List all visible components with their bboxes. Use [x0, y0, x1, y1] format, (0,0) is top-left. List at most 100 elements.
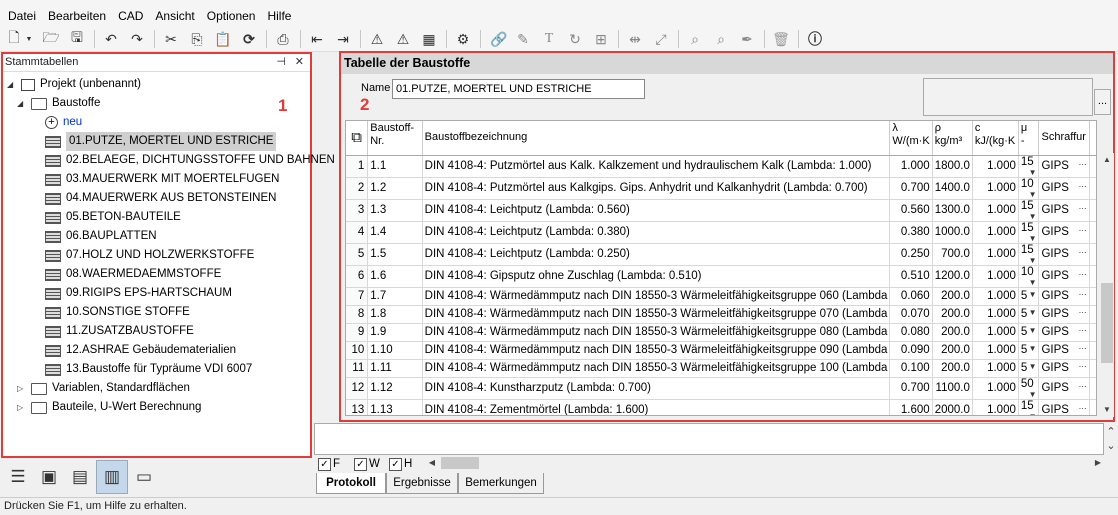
- row-number[interactable]: 5: [346, 243, 369, 266]
- checkbox-w[interactable]: ✓ W: [354, 457, 380, 471]
- table-row[interactable]: 9 1.9 DIN 4108-4: Wärmedämmputz nach DIN 1…: [346, 323, 1096, 342]
- cell-nr[interactable]: 1.13: [367, 399, 423, 415]
- cell-schraffur[interactable]: GIPS ⋯: [1038, 359, 1090, 378]
- expand-icon[interactable]: ▷: [17, 379, 27, 398]
- menu-ansicht[interactable]: Ansicht: [149, 2, 200, 24]
- cell-c[interactable]: 1.000: [972, 265, 1019, 288]
- calculator-icon[interactable]: ▦: [418, 28, 440, 50]
- cell-mu[interactable]: 15 ▼: [1018, 399, 1040, 416]
- table-row[interactable]: 4 1.4 DIN 4108-4: Leichtputz (Lambda: 0.38…: [346, 221, 1096, 244]
- more-icon[interactable]: ⋯: [1079, 204, 1087, 213]
- cell-nr[interactable]: 1.3: [367, 199, 423, 222]
- cell-lambda[interactable]: 0.100: [889, 359, 933, 378]
- list-view-icon[interactable]: ☰: [2, 460, 34, 494]
- cell-lambda[interactable]: 0.250: [889, 243, 933, 266]
- cell-nr[interactable]: 1.8: [367, 305, 423, 324]
- scroll-down-icon[interactable]: ▼: [1100, 403, 1114, 417]
- cell-nr[interactable]: 1.6: [367, 265, 423, 288]
- tab-protokoll[interactable]: Protokoll: [316, 473, 386, 494]
- collapse-icon[interactable]: ◢: [7, 75, 17, 94]
- dropdown-icon[interactable]: ▼: [1029, 326, 1037, 335]
- menu-hilfe[interactable]: Hilfe: [261, 2, 297, 24]
- paste-icon[interactable]: 📋: [212, 28, 234, 50]
- card-view-icon[interactable]: ▭: [128, 460, 160, 494]
- cell-nr[interactable]: 1.5: [367, 243, 423, 266]
- cell-rho[interactable]: 1300.0: [932, 199, 973, 222]
- cell-rho[interactable]: 1200.0: [932, 265, 973, 288]
- cell-schraffur[interactable]: GIPS ⋯: [1038, 399, 1090, 415]
- tab-bemerkungen[interactable]: Bemerkungen: [458, 473, 544, 494]
- cell-nr[interactable]: 1.2: [367, 177, 423, 200]
- more-icon[interactable]: ⋯: [1079, 344, 1087, 353]
- dropdown-icon[interactable]: ▼: [1029, 234, 1037, 243]
- cell-c[interactable]: 1.000: [972, 221, 1019, 244]
- cell-c[interactable]: 1.000: [972, 359, 1019, 378]
- cell-c[interactable]: 1.000: [972, 377, 1019, 400]
- more-icon[interactable]: ⋯: [1079, 308, 1087, 317]
- col-lambda[interactable]: λ W/(m·K: [889, 121, 933, 156]
- cell-mu[interactable]: 5 ▼: [1018, 359, 1040, 378]
- col-rho[interactable]: ρ kg/m³: [932, 121, 973, 156]
- cell-bezeichnung[interactable]: DIN 4108-4: Putzmörtel aus Kalkgips. Gip…: [422, 177, 891, 200]
- close-icon[interactable]: ✕: [295, 54, 304, 71]
- protocol-output[interactable]: [314, 423, 1104, 455]
- copy-icon[interactable]: ⎘: [186, 28, 208, 50]
- cell-bezeichnung[interactable]: DIN 4108-4: Gipsputz ohne Zuschlag (Lamb…: [422, 265, 891, 288]
- cell-c[interactable]: 1.000: [972, 341, 1019, 360]
- cell-nr[interactable]: 1.4: [367, 221, 423, 244]
- row-number[interactable]: 8: [346, 305, 369, 324]
- tree-item-material-table[interactable]: 02.BELAEGE, DICHTUNGSSTOFFE UND BAHNEN: [45, 151, 335, 170]
- checkbox-w-box[interactable]: ✓: [354, 457, 367, 471]
- more-icon[interactable]: ⋯: [1079, 382, 1087, 391]
- cell-c[interactable]: 1.000: [972, 287, 1019, 306]
- row-number[interactable]: 10: [346, 341, 369, 360]
- dropdown-icon[interactable]: ▼: [1029, 290, 1037, 299]
- dropdown-icon[interactable]: ▼: [1029, 278, 1037, 287]
- table-vertical-scrollbar[interactable]: ▲ ▼: [1100, 153, 1114, 417]
- cell-bezeichnung[interactable]: DIN 4108-4: Kunstharzputz (Lambda: 0.700…: [422, 377, 891, 400]
- cell-c[interactable]: 1.000: [972, 155, 1019, 178]
- tree-node-bauteile[interactable]: ▷ Bauteile, U-Wert Berechnung: [17, 398, 201, 417]
- cell-mu[interactable]: 5 ▼: [1018, 323, 1040, 342]
- row-number[interactable]: 6: [346, 265, 369, 288]
- scroll-thumb[interactable]: [1101, 283, 1113, 363]
- cell-lambda[interactable]: 0.070: [889, 305, 933, 324]
- tree-item-material-table[interactable]: 07.HOLZ UND HOLZWERKSTOFFE: [45, 246, 254, 265]
- table-row[interactable]: 13 1.13 DIN 4108-4: Zementmörtel (Lambda: …: [346, 399, 1096, 416]
- cell-schraffur[interactable]: GIPS ⋯: [1038, 305, 1090, 324]
- tree-node-neu[interactable]: + neu: [45, 113, 82, 132]
- more-icon[interactable]: ⋯: [1079, 248, 1087, 257]
- tree-item-material-table[interactable]: 04.MAUERWERK AUS BETONSTEINEN: [45, 189, 276, 208]
- dropdown-icon[interactable]: ▼: [1029, 190, 1037, 199]
- cell-nr[interactable]: 1.10: [367, 341, 423, 360]
- tab-ergebnisse[interactable]: Ergebnisse: [386, 473, 458, 494]
- tree-item-material-table[interactable]: 03.MAUERWERK MIT MOERTELFUGEN: [45, 170, 279, 189]
- new-dropdown-icon[interactable]: ▼: [22, 28, 36, 50]
- cell-c[interactable]: 1.000: [972, 243, 1019, 266]
- cell-rho[interactable]: 200.0: [932, 341, 973, 360]
- row-number[interactable]: 13: [346, 399, 369, 415]
- cell-lambda[interactable]: 1.600: [889, 399, 933, 415]
- cell-nr[interactable]: 1.1: [367, 155, 423, 178]
- open-folder-icon[interactable]: 🗁: [40, 28, 62, 50]
- table-row[interactable]: 1 1.1 DIN 4108-4: Putzmörtel aus Kalk. Kal…: [346, 155, 1096, 178]
- table-row[interactable]: 10 1.10 DIN 4108-4: Wärmedämmputz nach DIN…: [346, 341, 1096, 360]
- comment-box[interactable]: [923, 78, 1093, 116]
- cell-rho[interactable]: 200.0: [932, 287, 973, 306]
- resize-icon[interactable]: ⤢: [650, 28, 672, 50]
- tree-item-material-table[interactable]: 01.PUTZE, MOERTEL UND ESTRICHE: [45, 132, 277, 151]
- more-icon[interactable]: ⋯: [1079, 404, 1087, 413]
- scroll-up-icon[interactable]: ▲: [1100, 153, 1114, 167]
- export-icon[interactable]: ⇥: [332, 28, 354, 50]
- cell-rho[interactable]: 1000.0: [932, 221, 973, 244]
- cell-bezeichnung[interactable]: DIN 4108-4: Wärmedämmputz nach DIN 18550…: [422, 305, 891, 324]
- info-icon[interactable]: ⓘ: [804, 28, 826, 50]
- eyedropper-icon[interactable]: ✒: [736, 28, 758, 50]
- scroll-left-icon[interactable]: ◀: [425, 456, 439, 470]
- col-nr[interactable]: Baustoff- Nr.: [367, 121, 423, 156]
- cut-icon[interactable]: ✂: [160, 28, 182, 50]
- dropdown-icon[interactable]: ▼: [1029, 412, 1037, 416]
- cell-bezeichnung[interactable]: DIN 4108-4: Leichtputz (Lambda: 0.250): [422, 243, 891, 266]
- protocol-scrollbar[interactable]: ⌃ ⌄: [1102, 423, 1118, 455]
- cell-mu[interactable]: 15 ▼: [1018, 155, 1040, 178]
